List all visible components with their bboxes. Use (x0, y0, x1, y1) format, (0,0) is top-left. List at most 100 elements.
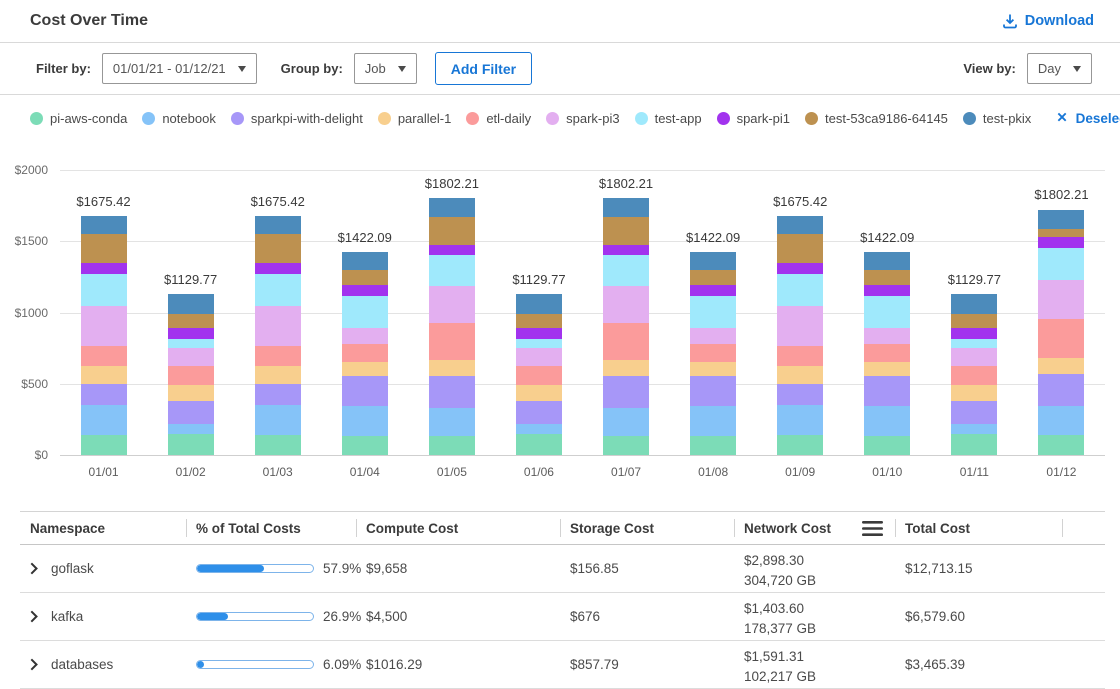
bar-segment-spark-pi1[interactable] (168, 328, 214, 339)
bar-segment-pi-aws-conda[interactable] (864, 436, 910, 455)
bar-01-05[interactable] (429, 198, 475, 455)
bar-segment-spark-pi1[interactable] (342, 285, 388, 296)
bar-segment-pi-aws-conda[interactable] (342, 436, 388, 455)
bar-segment-test-pkix[interactable] (690, 252, 736, 270)
legend-item-notebook[interactable]: notebook (142, 111, 216, 126)
bar-segment-test-app[interactable] (951, 339, 997, 348)
legend-item-test-pkix[interactable]: test-pkix (963, 111, 1031, 126)
bar-segment-notebook[interactable] (81, 405, 127, 435)
bar-segment-sparkpi-with-delight[interactable] (168, 401, 214, 424)
bar-segment-test-53ca9186-64145[interactable] (81, 234, 127, 263)
bar-segment-pi-aws-conda[interactable] (951, 434, 997, 455)
bar-segment-test-app[interactable] (777, 274, 823, 306)
bar-segment-spark-pi1[interactable] (255, 263, 301, 274)
bar-segment-sparkpi-with-delight[interactable] (429, 376, 475, 408)
bar-segment-spark-pi3[interactable] (81, 306, 127, 346)
bar-segment-test-app[interactable] (81, 274, 127, 306)
bar-segment-pi-aws-conda[interactable] (429, 436, 475, 455)
bar-segment-notebook[interactable] (951, 424, 997, 434)
bar-segment-pi-aws-conda[interactable] (81, 435, 127, 455)
bar-segment-etl-daily[interactable] (168, 366, 214, 385)
group-by-select[interactable]: Job (354, 53, 417, 84)
bar-segment-test-pkix[interactable] (255, 216, 301, 233)
namespace-cell[interactable]: goflask (20, 561, 186, 576)
bar-segment-test-53ca9186-64145[interactable] (342, 270, 388, 285)
bar-01-02[interactable] (168, 294, 214, 455)
bar-segment-test-53ca9186-64145[interactable] (429, 217, 475, 244)
bar-segment-test-53ca9186-64145[interactable] (864, 270, 910, 285)
bar-segment-parallel-1[interactable] (342, 362, 388, 376)
column-menu-icon[interactable] (862, 521, 883, 536)
bar-segment-spark-pi1[interactable] (81, 263, 127, 274)
bar-segment-spark-pi1[interactable] (777, 263, 823, 274)
bar-segment-sparkpi-with-delight[interactable] (777, 384, 823, 405)
bar-segment-pi-aws-conda[interactable] (516, 434, 562, 455)
bar-segment-test-pkix[interactable] (516, 294, 562, 314)
bar-segment-test-pkix[interactable] (342, 252, 388, 270)
bar-segment-parallel-1[interactable] (255, 366, 301, 384)
bar-segment-etl-daily[interactable] (951, 366, 997, 385)
legend-item-test-53ca9186-64145[interactable]: test-53ca9186-64145 (805, 111, 948, 126)
bar-segment-spark-pi3[interactable] (951, 348, 997, 366)
bar-segment-spark-pi3[interactable] (690, 328, 736, 344)
bar-segment-notebook[interactable] (690, 406, 736, 436)
bar-segment-test-app[interactable] (429, 255, 475, 286)
bar-segment-pi-aws-conda[interactable] (777, 435, 823, 455)
column-header-compute-cost[interactable]: Compute Cost (356, 512, 560, 544)
bar-segment-notebook[interactable] (342, 406, 388, 436)
bar-segment-spark-pi1[interactable] (951, 328, 997, 339)
bar-segment-pi-aws-conda[interactable] (255, 435, 301, 455)
bar-segment-pi-aws-conda[interactable] (1038, 435, 1084, 455)
bar-segment-notebook[interactable] (255, 405, 301, 435)
legend-item-pi-aws-conda[interactable]: pi-aws-conda (30, 111, 127, 126)
bar-segment-parallel-1[interactable] (516, 385, 562, 401)
bar-segment-test-pkix[interactable] (1038, 210, 1084, 229)
bar-segment-notebook[interactable] (516, 424, 562, 434)
bar-segment-spark-pi3[interactable] (255, 306, 301, 346)
bar-segment-pi-aws-conda[interactable] (603, 436, 649, 455)
expand-row-icon[interactable] (30, 658, 38, 671)
bar-01-01[interactable] (81, 216, 127, 455)
bar-01-04[interactable] (342, 252, 388, 455)
bar-segment-sparkpi-with-delight[interactable] (516, 401, 562, 424)
column-header-total-cost[interactable]: Total Cost (895, 512, 1062, 544)
bar-segment-notebook[interactable] (777, 405, 823, 435)
bar-01-07[interactable] (603, 198, 649, 455)
bar-segment-test-pkix[interactable] (777, 216, 823, 233)
bar-segment-spark-pi1[interactable] (603, 245, 649, 255)
bar-segment-parallel-1[interactable] (1038, 358, 1084, 374)
bar-segment-test-pkix[interactable] (603, 198, 649, 217)
bar-01-12[interactable] (1038, 210, 1084, 455)
bar-segment-test-53ca9186-64145[interactable] (1038, 229, 1084, 237)
bar-segment-parallel-1[interactable] (951, 385, 997, 401)
bar-segment-test-app[interactable] (255, 274, 301, 306)
legend-item-spark-pi3[interactable]: spark-pi3 (546, 111, 619, 126)
bar-segment-spark-pi1[interactable] (690, 285, 736, 296)
date-range-select[interactable]: 01/01/21 - 01/12/21 (102, 53, 257, 84)
bar-segment-sparkpi-with-delight[interactable] (81, 384, 127, 405)
bar-segment-etl-daily[interactable] (429, 323, 475, 360)
bar-segment-etl-daily[interactable] (777, 346, 823, 366)
bar-segment-sparkpi-with-delight[interactable] (951, 401, 997, 424)
bar-segment-spark-pi3[interactable] (777, 306, 823, 346)
bar-segment-test-app[interactable] (690, 296, 736, 328)
column-header-namespace[interactable]: Namespace (20, 512, 186, 544)
bar-segment-test-app[interactable] (516, 339, 562, 348)
bar-segment-etl-daily[interactable] (516, 366, 562, 385)
bar-segment-parallel-1[interactable] (603, 360, 649, 376)
bar-segment-notebook[interactable] (429, 408, 475, 437)
add-filter-button[interactable]: Add Filter (435, 52, 532, 85)
bar-segment-spark-pi3[interactable] (168, 348, 214, 366)
bar-segment-test-53ca9186-64145[interactable] (603, 217, 649, 244)
bar-segment-parallel-1[interactable] (777, 366, 823, 384)
download-button[interactable]: Download (1002, 13, 1094, 29)
bar-segment-etl-daily[interactable] (342, 344, 388, 362)
bar-segment-test-pkix[interactable] (81, 216, 127, 233)
column-header-storage-cost[interactable]: Storage Cost (560, 512, 734, 544)
bar-segment-test-pkix[interactable] (951, 294, 997, 314)
bar-segment-spark-pi3[interactable] (603, 286, 649, 324)
bar-segment-sparkpi-with-delight[interactable] (342, 376, 388, 406)
bar-segment-sparkpi-with-delight[interactable] (864, 376, 910, 406)
bar-segment-test-53ca9186-64145[interactable] (951, 314, 997, 328)
bar-segment-spark-pi1[interactable] (429, 245, 475, 255)
